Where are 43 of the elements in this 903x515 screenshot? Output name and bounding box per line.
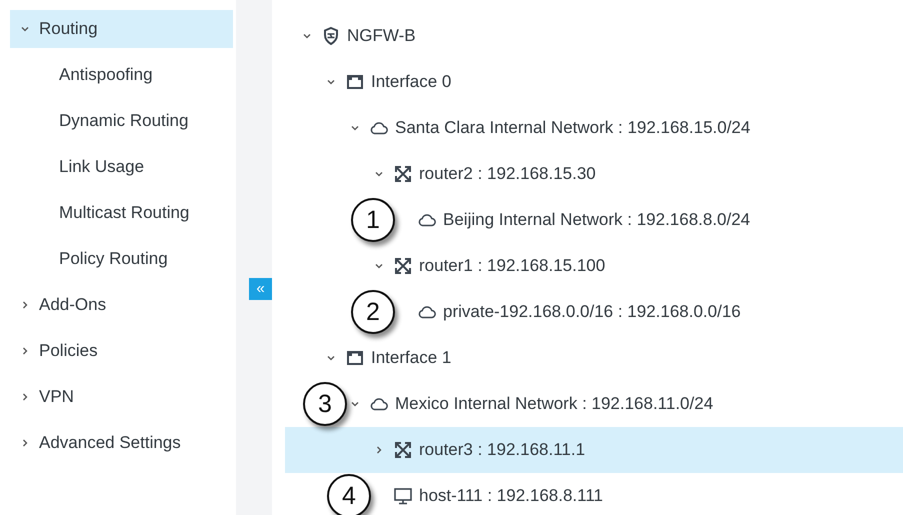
sidebar-subitem[interactable]: Dynamic Routing xyxy=(10,102,233,140)
crossed-arrows-icon xyxy=(393,440,413,460)
network-port-icon xyxy=(345,72,365,92)
tree-row[interactable]: 3 Mexico Internal Network : 192.168.11.0/24 xyxy=(285,381,903,427)
shield-icon xyxy=(321,26,341,46)
callout-number: 2 xyxy=(351,290,395,334)
tree-label: Beijing Internal Network : 192.168.8.0/24 xyxy=(443,209,750,232)
sidebar-item[interactable]: Add-Ons xyxy=(10,286,233,324)
sidebar-subitem[interactable]: Multicast Routing xyxy=(10,194,233,232)
tree-label: NGFW-B xyxy=(347,25,416,48)
sidebar-item[interactable]: Policies xyxy=(10,332,233,370)
tree-label: Mexico Internal Network : 192.168.11.0/24 xyxy=(395,393,714,416)
tree-label: host-111 : 192.168.8.111 xyxy=(419,485,603,508)
sidebar-item[interactable]: VPN xyxy=(10,378,233,416)
tree-row[interactable]: router2 : 192.168.15.30 xyxy=(285,151,903,197)
tree-row[interactable]: Interface 1 xyxy=(285,335,903,381)
monitor-icon xyxy=(393,486,413,506)
tree-row[interactable]: Interface 0 xyxy=(285,59,903,105)
tree-label: router3 : 192.168.11.1 xyxy=(419,439,586,462)
sidebar-item[interactable]: Routing xyxy=(10,10,233,48)
tree-row[interactable]: 2 private-192.168.0.0/16 : 192.168.0.0/16 xyxy=(285,289,903,335)
crossed-arrows-icon xyxy=(393,256,413,276)
tree-row[interactable]: 1 Beijing Internal Network : 192.168.8.0/24 xyxy=(285,197,903,243)
sidebar-subitem[interactable]: Policy Routing xyxy=(10,240,233,278)
callout-number: 4 xyxy=(327,474,371,515)
callout-number: 1 xyxy=(351,198,395,242)
tree-row[interactable]: Santa Clara Internal Network : 192.168.15.0/24 xyxy=(285,105,903,151)
tree-row[interactable]: router1 : 192.168.15.100 xyxy=(285,243,903,289)
tree-label: Interface 1 xyxy=(371,347,452,370)
callout-number: 3 xyxy=(303,382,347,426)
sidebar-subitem[interactable]: Link Usage xyxy=(10,148,233,186)
tree-label: Interface 0 xyxy=(371,71,452,94)
tree-row[interactable]: NGFW-B xyxy=(285,13,903,59)
tree-row[interactable]: 4 host-111 : 192.168.8.111 xyxy=(285,473,903,515)
crossed-arrows-icon xyxy=(393,164,413,184)
network-port-icon xyxy=(345,348,365,368)
tree-label: Santa Clara Internal Network : 192.168.15.0/24 xyxy=(395,117,750,140)
tree-label: router2 : 192.168.15.30 xyxy=(419,163,596,186)
sidebar-subitem[interactable]: Antispoofing xyxy=(10,56,233,94)
tree-row[interactable]: router3 : 192.168.11.1 xyxy=(285,427,903,473)
sidebar-item[interactable]: Advanced Settings xyxy=(10,424,233,462)
tree-label: router1 : 192.168.15.100 xyxy=(419,255,606,278)
tree-label: private-192.168.0.0/16 : 192.168.0.0/16 xyxy=(443,301,741,324)
